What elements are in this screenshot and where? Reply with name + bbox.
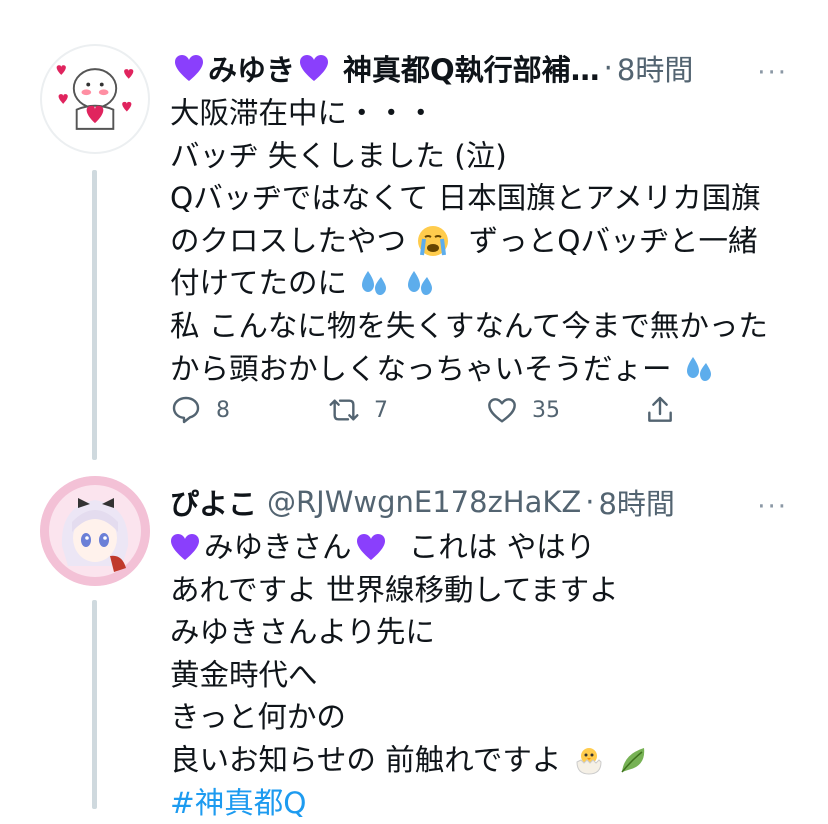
- author-name[interactable]: みゆき: [208, 47, 295, 89]
- purple-heart-icon: [299, 54, 329, 82]
- separator: ·: [603, 51, 613, 85]
- tweet-line: 私 こんなに物を失くすなんて今まで無かった: [170, 308, 768, 343]
- tweet-line: みゆきさんより先に: [170, 615, 435, 650]
- tweet-line: バッヂ 失くしました (泣): [170, 138, 507, 173]
- share-icon: [648, 396, 672, 422]
- tweet-line: あれですよ 世界線移動してますよ: [170, 572, 619, 607]
- purple-heart-icon: [356, 530, 386, 560]
- timestamp[interactable]: 8時間: [598, 481, 674, 523]
- tweet-text: みゆきさん これは やはり あれですよ 世界線移動してますよ みゆきさんより先に…: [170, 526, 790, 824]
- tweet-line: のクロスしたやつ: [170, 223, 407, 258]
- tweet-line-group: みゆきさん これは やはり: [170, 526, 790, 569]
- crying-face-icon: [417, 225, 449, 257]
- like-button[interactable]: 35: [486, 390, 560, 430]
- retweet-button[interactable]: 7: [328, 390, 388, 430]
- like-icon: [488, 398, 516, 423]
- more-options-button[interactable]: ···: [757, 492, 788, 522]
- author-avatar[interactable]: [40, 44, 150, 154]
- author-avatar[interactable]: [40, 476, 150, 586]
- tweet-line: 付けてたのに: [170, 266, 348, 301]
- tweet-line: から頭おかしくなっちゃいそうだょー: [170, 351, 672, 386]
- purple-heart-icon: [170, 530, 200, 560]
- author-name[interactable]: ぴよこ: [170, 481, 257, 523]
- sweat-droplets-icon: [358, 267, 390, 299]
- tweet-2: ぴよこ @RJWwgnE178zHaKZ · 8時間 ··· みゆきさん これは…: [0, 460, 828, 820]
- more-options-button[interactable]: ···: [757, 58, 788, 88]
- tweet-line: 黄金時代へ: [170, 657, 318, 692]
- tweet-line: きっと何かの: [170, 700, 346, 735]
- share-button[interactable]: [644, 390, 690, 430]
- purple-heart-icon: [174, 54, 204, 82]
- author-handle[interactable]: 神真都Q執行部補…: [343, 47, 600, 89]
- sweat-droplets-icon: [404, 267, 436, 299]
- tweet-line: 大阪滞在中に・・・: [170, 96, 436, 130]
- author-handle[interactable]: @RJWwgnE178zHaKZ: [267, 485, 581, 519]
- tweet-text: 大阪滞在中に・・・ バッヂ 失くしました (泣) Qバッヂではなくて 日本国旗と…: [170, 92, 790, 390]
- like-count: 35: [532, 397, 560, 423]
- tweet-line: これは やはり: [408, 530, 596, 564]
- tweet-actions: 8 7 35: [170, 390, 690, 430]
- hatching-chick-icon: [573, 744, 605, 776]
- hashtag-link[interactable]: #神真都Q: [170, 782, 790, 824]
- thread-line: [92, 170, 97, 460]
- separator: ·: [585, 485, 595, 519]
- tweet-line-group: から頭おかしくなっちゃいそうだょー: [170, 348, 790, 391]
- tweet-header: みゆき 神真都Q執行部補… · 8時間: [170, 42, 768, 94]
- reply-icon: [172, 396, 200, 424]
- timestamp[interactable]: 8時間: [617, 47, 693, 89]
- sweat-droplets-icon: [683, 353, 715, 385]
- tweet-line: 良いお知らせの 前触れですよ: [170, 742, 562, 777]
- leaf-icon: [618, 744, 650, 776]
- tweet-line-group: 付けてたのに: [170, 262, 790, 305]
- tweet-1: みゆき 神真都Q執行部補… · 8時間 ··· 大阪滞在中に・・・ バッヂ 失く…: [0, 0, 828, 460]
- reply-count: 8: [216, 397, 230, 423]
- tweet-line: ずっとQバッヂと一緒: [468, 223, 758, 258]
- tweet-header: ぴよこ @RJWwgnE178zHaKZ · 8時間: [170, 476, 768, 528]
- thread-line: [92, 600, 97, 809]
- reply-button[interactable]: 8: [170, 390, 230, 430]
- tweet-line-group: 良いお知らせの 前触れですよ: [170, 739, 790, 782]
- tweet-line-group: のクロスしたやつ ずっとQバッヂと一緒: [170, 220, 790, 263]
- mention-text: みゆきさん: [204, 530, 352, 564]
- tweet-line: Qバッヂではなくて 日本国旗とアメリカ国旗: [170, 181, 761, 216]
- retweet-count: 7: [374, 397, 388, 423]
- retweet-icon: [329, 399, 359, 421]
